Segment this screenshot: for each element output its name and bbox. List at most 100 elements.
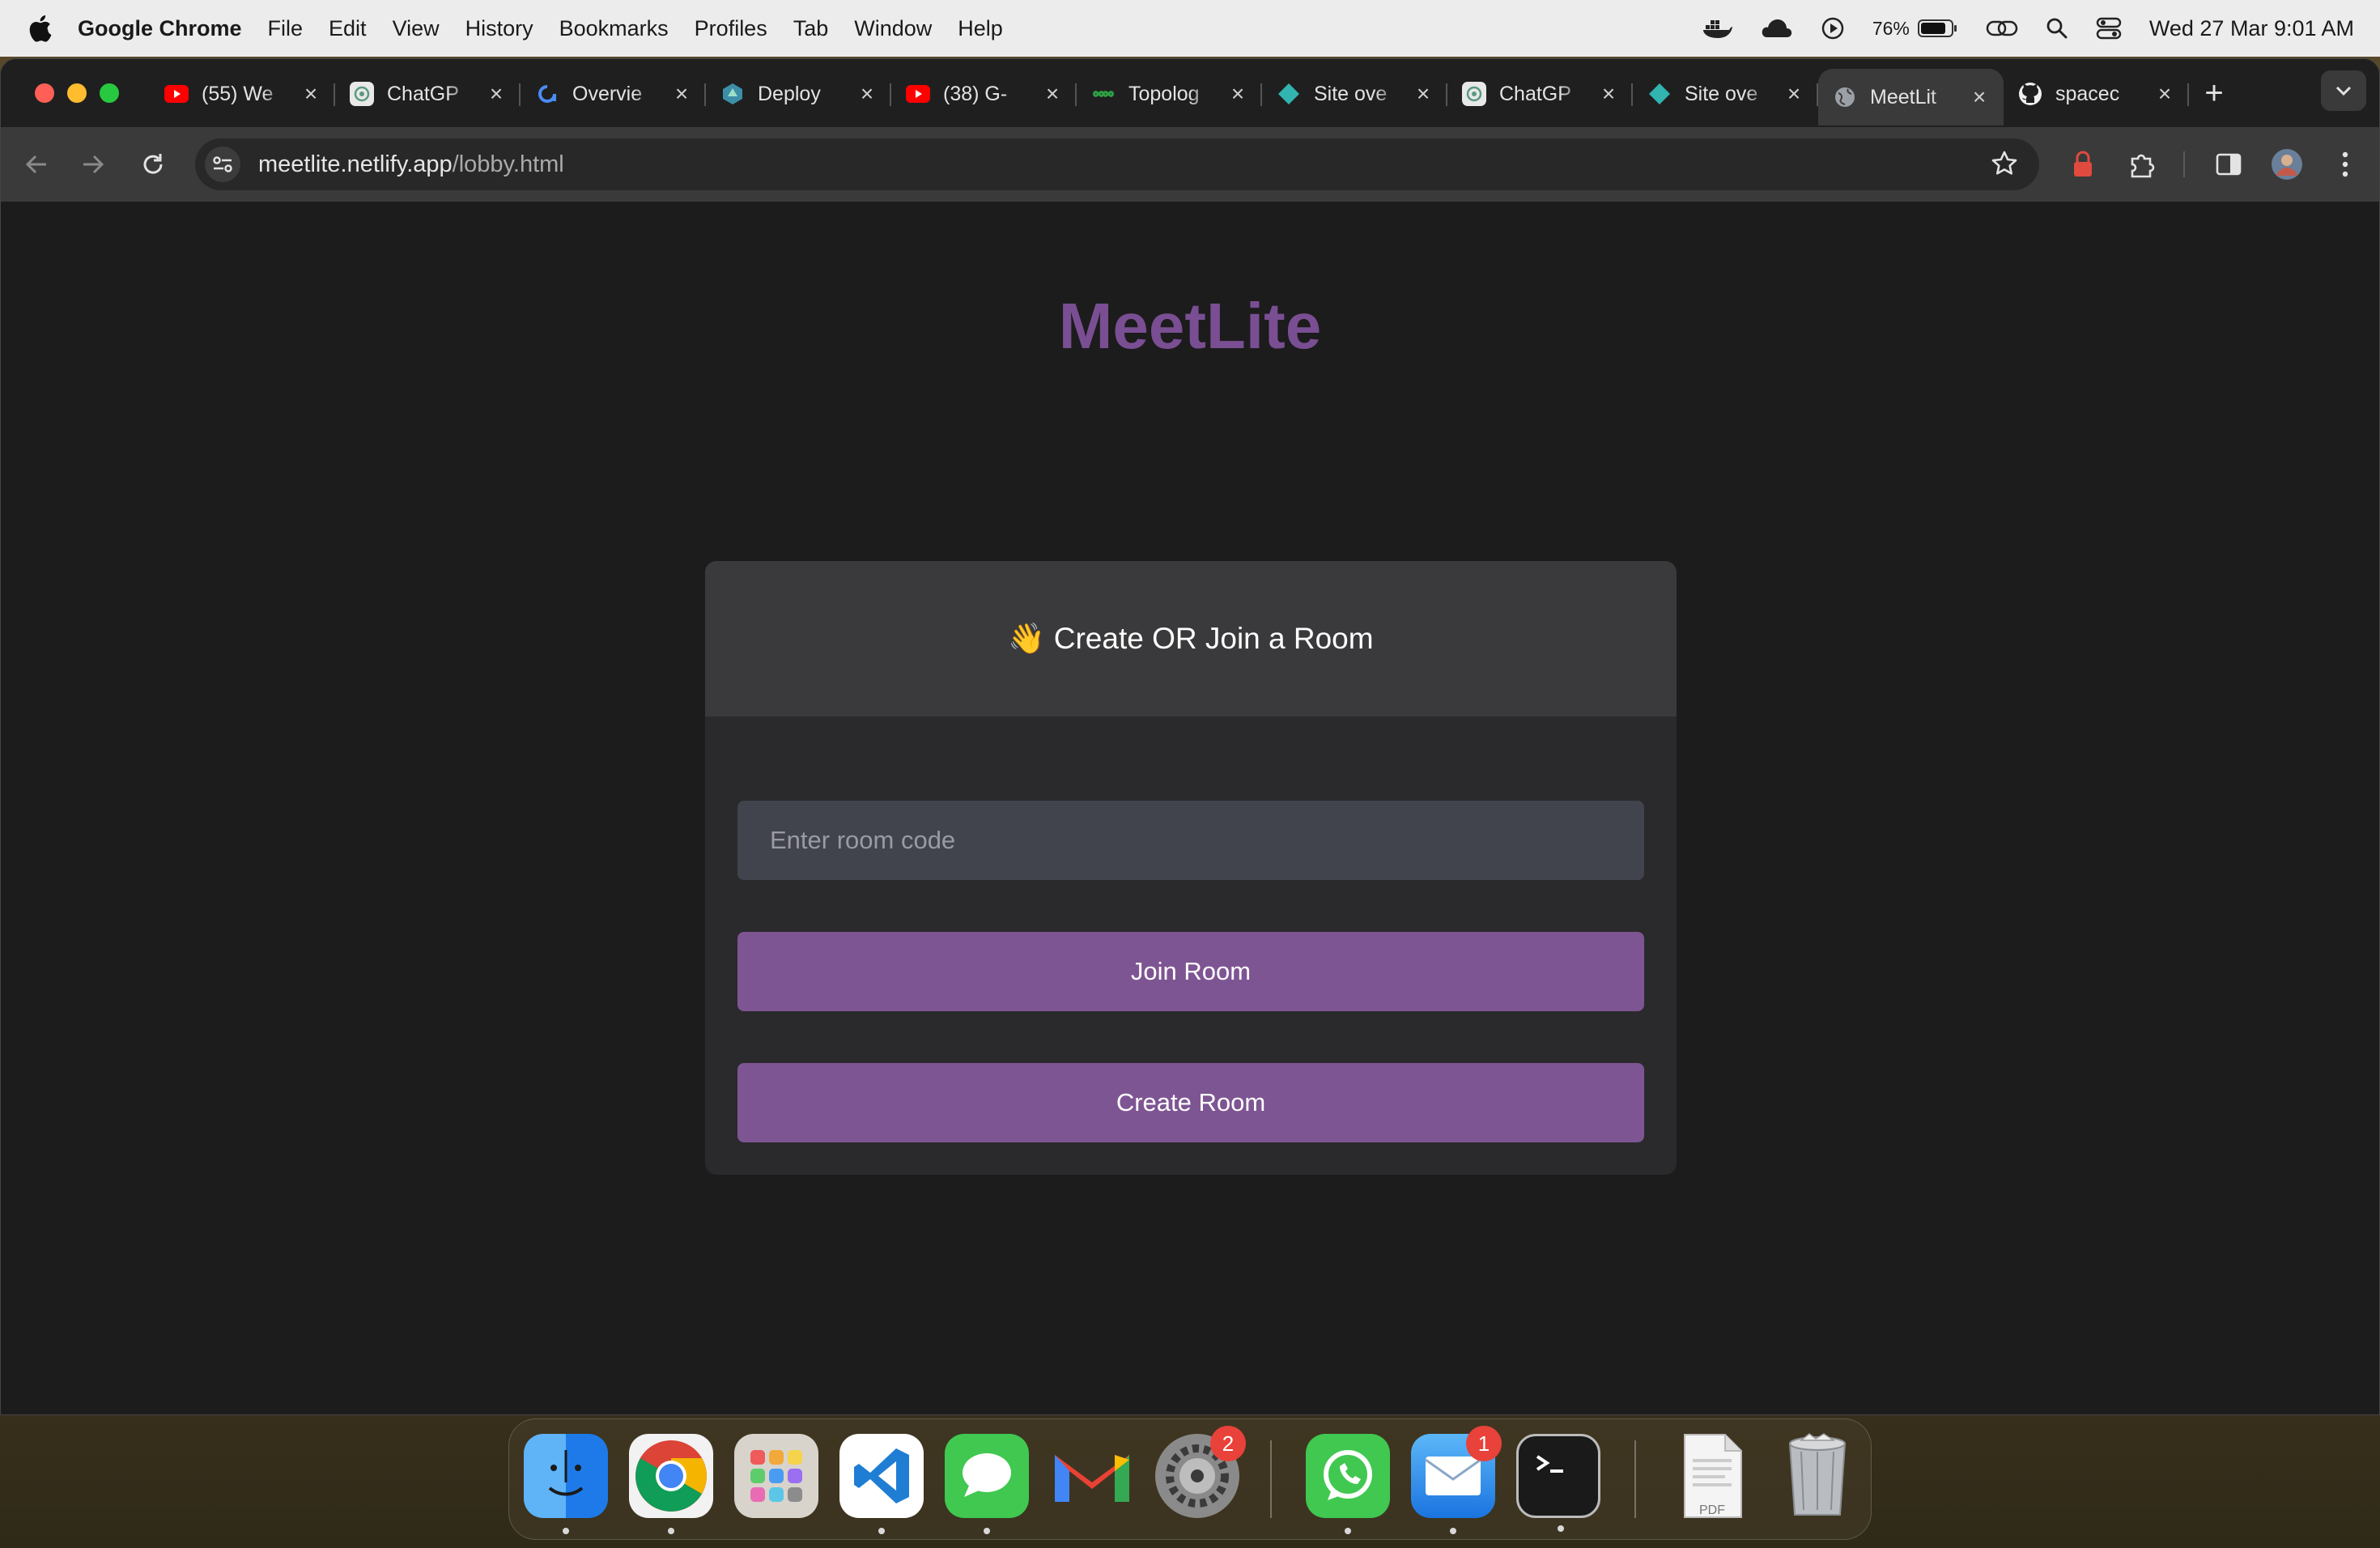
bookmark-star-icon[interactable] xyxy=(1991,150,2018,181)
link-icon[interactable] xyxy=(1986,18,2018,39)
trash-icon[interactable] xyxy=(1775,1433,1859,1518)
running-indicator xyxy=(1450,1528,1456,1534)
url-path: /lobby.html xyxy=(452,151,564,177)
tab-deploy[interactable]: Deploy × xyxy=(706,69,891,119)
youtube-icon xyxy=(906,82,930,106)
window-minimize-button[interactable] xyxy=(67,83,87,103)
tab-github-spacec[interactable]: spacec × xyxy=(2004,69,2189,119)
tab-close-icon[interactable]: × xyxy=(1043,81,1062,106)
finder-icon[interactable] xyxy=(524,1434,608,1534)
tab-close-icon[interactable]: × xyxy=(301,81,321,106)
apple-menu-icon[interactable] xyxy=(26,15,53,42)
macos-dock: 2 1 PDF xyxy=(508,1418,1872,1540)
docker-icon[interactable] xyxy=(1702,17,1733,40)
tab-netlify-site-2[interactable]: Site ove × xyxy=(1633,69,1818,119)
chrome-menu-icon[interactable] xyxy=(2327,147,2363,182)
tab-youtube-55[interactable]: (55) We × xyxy=(150,69,335,119)
menu-edit[interactable]: Edit xyxy=(329,16,367,41)
address-bar[interactable]: meetlite.netlify.app/lobby.html xyxy=(195,138,2039,190)
arrow-left-icon xyxy=(25,155,46,174)
tab-close-icon[interactable]: × xyxy=(1228,81,1247,106)
mail-icon[interactable]: 1 xyxy=(1411,1426,1502,1534)
create-room-button[interactable]: Create Room xyxy=(737,1063,1644,1142)
tab-close-icon[interactable]: × xyxy=(487,81,506,106)
back-button[interactable] xyxy=(19,147,54,182)
running-indicator xyxy=(1345,1528,1351,1534)
menu-app-name[interactable]: Google Chrome xyxy=(78,16,242,41)
battery-status[interactable]: 76% xyxy=(1872,18,1958,40)
whatsapp-icon[interactable] xyxy=(1306,1434,1390,1534)
appwrite-icon xyxy=(535,82,559,106)
new-tab-button[interactable]: + xyxy=(2196,75,2232,111)
pdf-document-icon[interactable]: PDF xyxy=(1670,1434,1754,1518)
tab-youtube-38[interactable]: (38) G- × xyxy=(891,69,1077,119)
tab-search-button[interactable] xyxy=(2321,70,2366,111)
menu-file[interactable]: File xyxy=(268,16,304,41)
menu-history[interactable]: History xyxy=(465,16,533,41)
tab-chatgpt-2[interactable]: ChatGP × xyxy=(1447,69,1633,119)
menu-window[interactable]: Window xyxy=(854,16,932,41)
url-text[interactable]: meetlite.netlify.app/lobby.html xyxy=(258,151,564,178)
tab-close-icon[interactable]: × xyxy=(2155,81,2174,106)
running-indicator xyxy=(878,1528,885,1534)
reload-icon xyxy=(143,154,163,174)
web-page: MeetLite 👋 Create OR Join a Room Join Ro… xyxy=(1,202,2379,1414)
tab-close-icon[interactable]: × xyxy=(857,81,877,106)
tab-close-icon[interactable]: × xyxy=(1413,81,1433,106)
extensions-puzzle-icon[interactable] xyxy=(2123,147,2159,182)
tab-overview[interactable]: Overvie × xyxy=(521,69,706,119)
tab-title: ChatGP xyxy=(1499,82,1571,105)
password-manager-icon[interactable] xyxy=(2065,147,2101,182)
menu-help[interactable]: Help xyxy=(958,16,1003,41)
side-panel-icon[interactable] xyxy=(2211,147,2246,182)
site-settings-icon[interactable] xyxy=(205,147,240,182)
tab-title: Site ove xyxy=(1685,82,1758,105)
play-circle-icon[interactable] xyxy=(1821,16,1845,40)
menubar-status-area: 76% Wed 27 Mar 9:01 AM xyxy=(1702,0,2354,57)
chrome-icon[interactable] xyxy=(629,1434,713,1534)
join-room-button[interactable]: Join Room xyxy=(737,932,1644,1011)
running-indicator xyxy=(1558,1525,1564,1532)
tab-netlify-site-1[interactable]: Site ove × xyxy=(1262,69,1447,119)
vscode-icon[interactable] xyxy=(839,1434,924,1534)
page-title: MeetLite xyxy=(1058,290,1322,362)
dock-divider xyxy=(1634,1440,1636,1518)
control-center-icon[interactable] xyxy=(2096,16,2122,40)
tab-title: Topolog xyxy=(1128,82,1200,105)
menubar-clock[interactable]: Wed 27 Mar 9:01 AM xyxy=(2149,16,2354,41)
notification-badge: 1 xyxy=(1466,1426,1502,1461)
spotlight-search-icon[interactable] xyxy=(2046,17,2068,40)
tab-title: (38) G- xyxy=(943,82,1008,105)
running-indicator xyxy=(668,1528,674,1534)
window-close-button[interactable] xyxy=(35,83,54,103)
forward-button[interactable] xyxy=(75,147,111,182)
tab-chatgpt-1[interactable]: ChatGP × xyxy=(335,69,521,119)
tab-close-icon[interactable]: × xyxy=(1599,81,1618,106)
reload-button[interactable] xyxy=(135,147,171,182)
messages-icon[interactable] xyxy=(945,1434,1029,1534)
room-code-input[interactable] xyxy=(737,801,1644,880)
tab-title: (55) We xyxy=(202,82,274,105)
profile-avatar[interactable] xyxy=(2269,147,2305,182)
cloud-app-icon[interactable] xyxy=(1761,16,1793,40)
tab-close-icon[interactable]: × xyxy=(672,81,691,106)
menu-view[interactable]: View xyxy=(393,16,440,41)
tab-topology[interactable]: Topolog × xyxy=(1077,69,1262,119)
terminal-icon[interactable] xyxy=(1516,1434,1600,1532)
tab-close-icon[interactable]: × xyxy=(1784,81,1804,106)
menu-profiles[interactable]: Profiles xyxy=(695,16,767,41)
globe-icon xyxy=(1833,85,1857,109)
macos-menu-bar: Google Chrome File Edit View History Boo… xyxy=(0,0,2380,57)
menu-tab[interactable]: Tab xyxy=(793,16,829,41)
tab-title: Site ove xyxy=(1314,82,1388,105)
menu-bookmarks[interactable]: Bookmarks xyxy=(559,16,669,41)
chevron-down-icon xyxy=(2335,86,2352,96)
running-indicator xyxy=(563,1528,569,1534)
tab-title: MeetLit xyxy=(1870,85,1936,108)
launchpad-icon[interactable] xyxy=(734,1434,818,1518)
gmail-icon[interactable] xyxy=(1050,1434,1134,1518)
window-zoom-button[interactable] xyxy=(100,83,119,103)
tab-meetlite-active[interactable]: MeetLit × xyxy=(1818,69,2004,125)
tab-close-icon[interactable]: × xyxy=(1970,84,1989,109)
system-settings-icon[interactable]: 2 xyxy=(1155,1426,1246,1518)
